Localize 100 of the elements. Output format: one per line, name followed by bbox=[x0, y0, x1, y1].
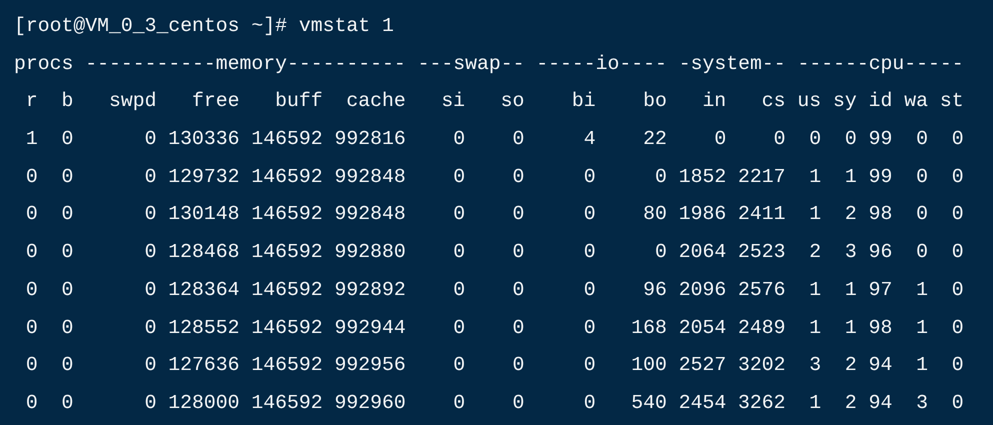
table-cell-text: 0 bbox=[512, 164, 524, 190]
table-cell-text: 992816 bbox=[333, 127, 406, 152]
table-cell-text: 3 bbox=[844, 240, 857, 266]
column-header: so bbox=[500, 89, 524, 114]
table-cell-text: 0 bbox=[24, 316, 38, 340]
table-cell-text: 0 bbox=[144, 390, 156, 416]
column-header: wa bbox=[903, 89, 928, 114]
table-cell-text: 0 bbox=[144, 353, 156, 378]
table-cell-text: 992848 bbox=[333, 202, 406, 228]
table-cell-text: 992956 bbox=[333, 353, 406, 378]
table-cell-text: 146592 bbox=[250, 278, 323, 303]
table-cell-text: 0 bbox=[950, 164, 964, 190]
table-cell-text: 0 bbox=[808, 127, 822, 152]
table-cell-text: 0 bbox=[582, 164, 596, 190]
table-cell-text: 992944 bbox=[333, 316, 406, 340]
table-cell-text: 2096 bbox=[678, 278, 726, 303]
table-cell-text: 146592 bbox=[250, 127, 323, 152]
table-cell-text: 0 bbox=[144, 278, 156, 303]
table-cell-text: 129732 bbox=[167, 164, 240, 190]
table-cell-text: 3 bbox=[808, 353, 822, 378]
table-cell-text: 0 bbox=[582, 390, 596, 416]
table-cell-text: 0 bbox=[950, 278, 964, 303]
table-cell-text: 2411 bbox=[737, 202, 786, 228]
table-cell-text: 94 bbox=[868, 390, 892, 416]
table-cell-text: 0 bbox=[60, 316, 74, 340]
table-cell-text: 99 bbox=[868, 127, 892, 152]
table-cell-text: 992892 bbox=[333, 278, 406, 303]
column-header: free bbox=[191, 89, 240, 114]
table-cell-text: 1 bbox=[808, 202, 822, 228]
table-cell-text: 1 bbox=[915, 316, 928, 340]
table-cell-text: 1 bbox=[808, 164, 822, 190]
table-cell-text: 1 bbox=[808, 390, 822, 416]
table-cell-text: 0 bbox=[452, 240, 466, 266]
table-cell-text: 0 bbox=[24, 164, 38, 190]
table-cell-text: 22 bbox=[642, 127, 667, 152]
table-cell-text: 146592 bbox=[250, 353, 323, 378]
table-cell-text: 0 bbox=[512, 202, 524, 228]
table-cell-text: 94 bbox=[868, 353, 892, 378]
table-cell-text: 0 bbox=[144, 202, 156, 228]
table-cell-text: 128552 bbox=[167, 316, 240, 340]
table-cell-text: 146592 bbox=[250, 164, 323, 190]
table-cell-text: 0 bbox=[950, 127, 964, 152]
table-cell-text: 0 bbox=[582, 278, 596, 303]
table-cell-text: 540 bbox=[630, 390, 667, 416]
table-cell-text: 2 bbox=[844, 353, 857, 378]
table-cell-text: 0 bbox=[452, 127, 466, 152]
table-cell-text: 98 bbox=[868, 316, 892, 340]
table-cell-text: 0 bbox=[452, 164, 466, 190]
table-cell-text: 3 bbox=[915, 390, 928, 416]
table-cell-text: 0 bbox=[950, 240, 964, 266]
column-header: bo bbox=[642, 89, 667, 114]
table-cell-text: 0 bbox=[60, 353, 74, 378]
table-cell-text: 146592 bbox=[250, 240, 323, 266]
table-cell-text: 2217 bbox=[737, 164, 786, 190]
table-cell-text: 0 bbox=[24, 278, 38, 303]
column-header: st bbox=[938, 89, 964, 114]
table-cell-text: 2489 bbox=[737, 316, 786, 340]
column-header: us bbox=[796, 89, 822, 114]
table-cell-text: 3262 bbox=[737, 390, 786, 416]
table-cell-text: 1 bbox=[808, 316, 822, 340]
table-cell-text: 1852 bbox=[678, 164, 726, 190]
table-cell-text: 4 bbox=[582, 127, 596, 152]
table-cell-text: 0 bbox=[452, 316, 466, 340]
table-cell-text: 0 bbox=[950, 316, 964, 340]
table-cell-text: 130148 bbox=[167, 202, 240, 228]
table-cell-text: 127636 bbox=[167, 353, 240, 378]
table-cell-text: 0 bbox=[582, 353, 596, 378]
table-cell-text: 0 bbox=[144, 164, 156, 190]
table-cell-text: 0 bbox=[654, 164, 667, 190]
table-cell-text: 130336 bbox=[167, 127, 240, 152]
table-cell-text: 1 bbox=[915, 353, 928, 378]
column-header: r bbox=[24, 89, 38, 114]
column-header: si bbox=[440, 89, 466, 114]
table-cell-text: 0 bbox=[512, 127, 524, 152]
table-cell-text: 168 bbox=[630, 316, 667, 340]
table-cell-text: 0 bbox=[915, 240, 928, 266]
table-cell-text: 0 bbox=[144, 316, 156, 340]
table-cell-text: 3202 bbox=[737, 353, 786, 378]
table-cell-text: 1 bbox=[844, 164, 857, 190]
table-cell-text: 146592 bbox=[250, 202, 323, 228]
table-cell-text: 1986 bbox=[678, 202, 726, 228]
table-cell-text: 0 bbox=[144, 127, 156, 152]
table-cell-text: 0 bbox=[512, 390, 524, 416]
table-cell-text: 1 bbox=[844, 316, 857, 340]
table-cell-text: 2454 bbox=[678, 390, 726, 416]
table-cell-text: 992960 bbox=[333, 390, 406, 416]
table-cell-text: 0 bbox=[452, 278, 466, 303]
column-header: in bbox=[701, 89, 726, 114]
table-cell-text: 0 bbox=[60, 278, 74, 303]
table-cell-text: 2576 bbox=[737, 278, 786, 303]
table-cell-text: 100 bbox=[630, 353, 667, 378]
column-header: sy bbox=[832, 89, 857, 114]
table-cell-text: 1 bbox=[844, 278, 857, 303]
table-cell-text: 2 bbox=[808, 240, 822, 266]
column-header: swpd bbox=[108, 89, 156, 114]
column-header: bi bbox=[570, 89, 596, 114]
table-cell-text: 0 bbox=[452, 390, 466, 416]
column-header: cache bbox=[345, 89, 406, 114]
table-cell-text: 128000 bbox=[167, 390, 240, 416]
table-cell-text: 0 bbox=[915, 164, 928, 190]
